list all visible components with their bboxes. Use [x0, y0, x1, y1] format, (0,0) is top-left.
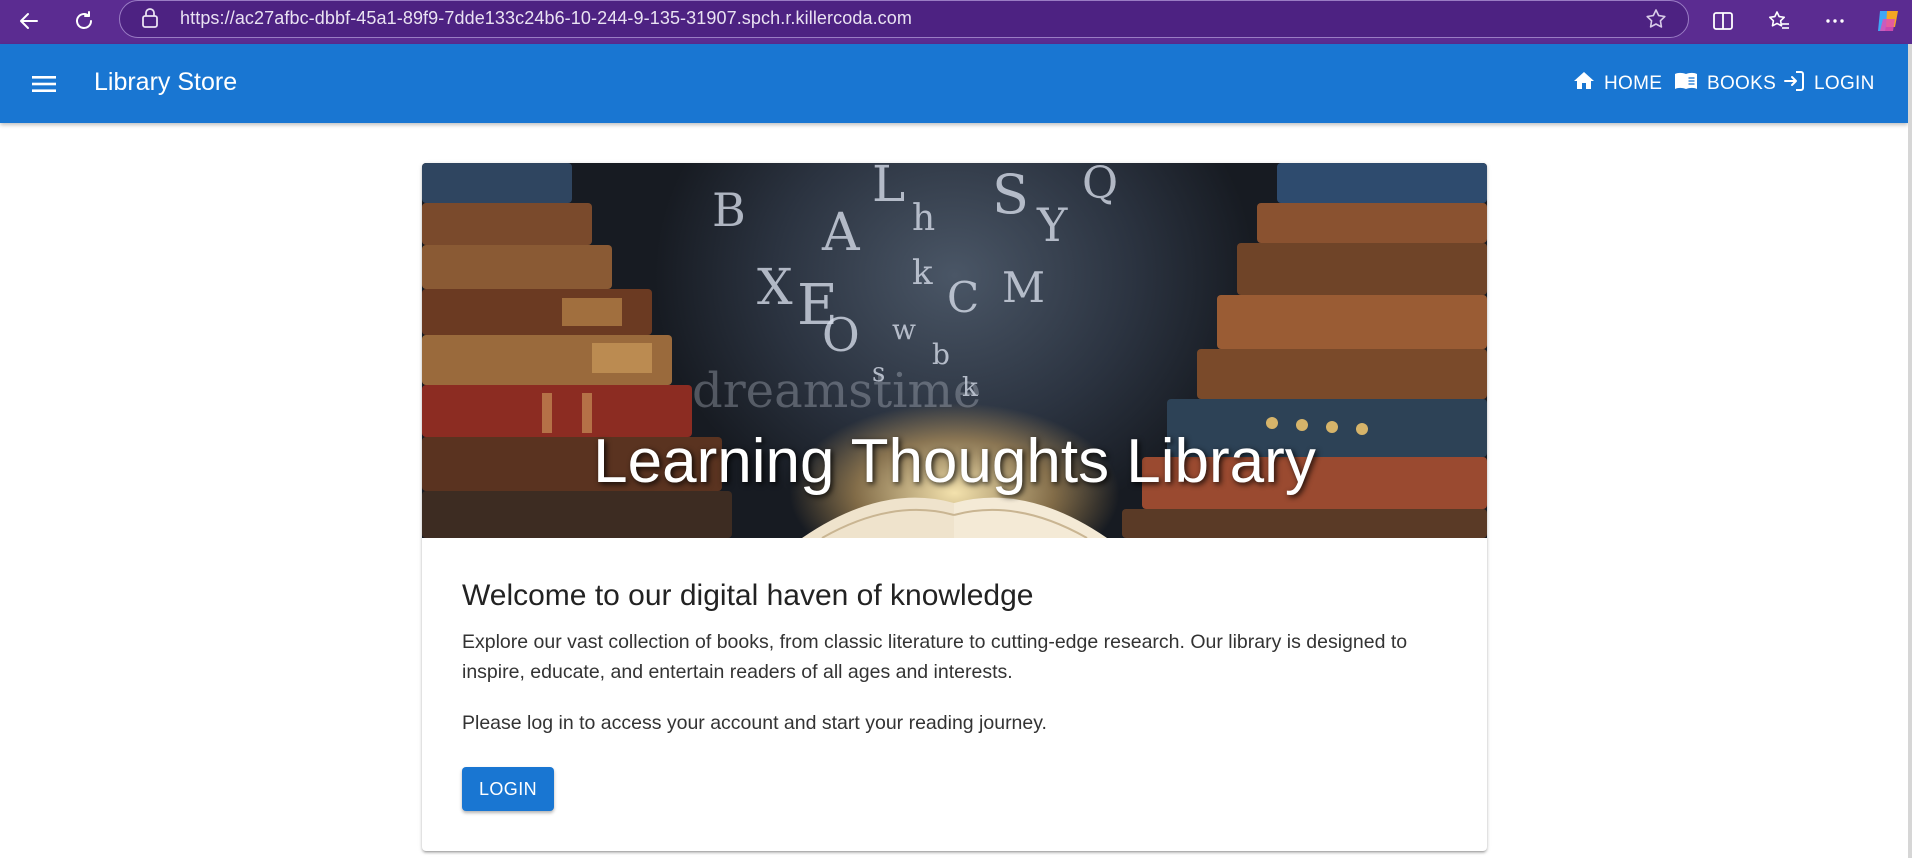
nav-home-button[interactable]: HOME [1572, 64, 1662, 104]
login-button[interactable]: LOGIN [462, 767, 554, 811]
welcome-card: B A L S Y Q X E k C M h O w b s k dreams… [422, 163, 1487, 851]
url-text[interactable]: https://ac27afbc-dbbf-45a1-89f9-7dde133c… [180, 8, 912, 29]
hero-letter: k [912, 253, 933, 293]
app-title: Library Store [94, 68, 238, 96]
nav-books-label: BOOKS [1707, 73, 1777, 94]
intro-paragraph: Explore our vast collection of books, fr… [462, 631, 1408, 683]
hero-letter: C [947, 273, 980, 322]
hero-title: Learning Thoughts Library [593, 427, 1316, 496]
hero-letter: B [712, 183, 746, 237]
hero-letter: w [892, 313, 916, 346]
more-icon[interactable] [1820, 6, 1850, 36]
star-icon[interactable] [1644, 7, 1668, 36]
favorites-icon[interactable] [1764, 6, 1794, 36]
hero-letter: S [992, 163, 1029, 226]
back-arrow-icon[interactable] [14, 6, 44, 36]
nav-login-button[interactable]: LOGIN [1782, 64, 1875, 104]
login-icon [1782, 69, 1814, 99]
app-bar: Library Store HOME BOOKS LOGIN [0, 44, 1908, 123]
hero-image: B A L S Y Q X E k C M h O w b s k dreams… [422, 163, 1487, 538]
nav-home-label: HOME [1604, 73, 1663, 94]
browser-toolbar: https://ac27afbc-dbbf-45a1-89f9-7dde133c… [0, 0, 1912, 44]
nav-books-button[interactable]: BOOKS [1673, 64, 1776, 104]
hero-letter: h [912, 198, 936, 239]
hero-letter: Q [1082, 163, 1119, 209]
hero-letter: X [757, 258, 793, 316]
login-prompt-paragraph: Please log in to access your account and… [462, 712, 1047, 734]
watermark-text: dreamstime [692, 363, 982, 419]
book-icon [1673, 69, 1707, 99]
hero-letter: Y [1037, 198, 1068, 252]
hero-letter: M [1002, 263, 1046, 312]
hero-letter: A [822, 203, 860, 263]
welcome-heading: Welcome to our digital haven of knowledg… [462, 579, 1034, 612]
refresh-icon[interactable] [69, 6, 99, 36]
menu-icon[interactable] [28, 68, 60, 100]
scrollbar-track[interactable] [1908, 44, 1912, 858]
address-bar[interactable]: https://ac27afbc-dbbf-45a1-89f9-7dde133c… [119, 0, 1689, 38]
hero-letter: O [822, 308, 860, 362]
split-screen-icon[interactable] [1708, 6, 1738, 36]
copilot-icon[interactable] [1873, 6, 1903, 36]
nav-login-label: LOGIN [1814, 73, 1875, 94]
lock-icon[interactable] [140, 7, 160, 34]
home-icon [1572, 69, 1604, 99]
hero-letter: L [872, 163, 906, 213]
